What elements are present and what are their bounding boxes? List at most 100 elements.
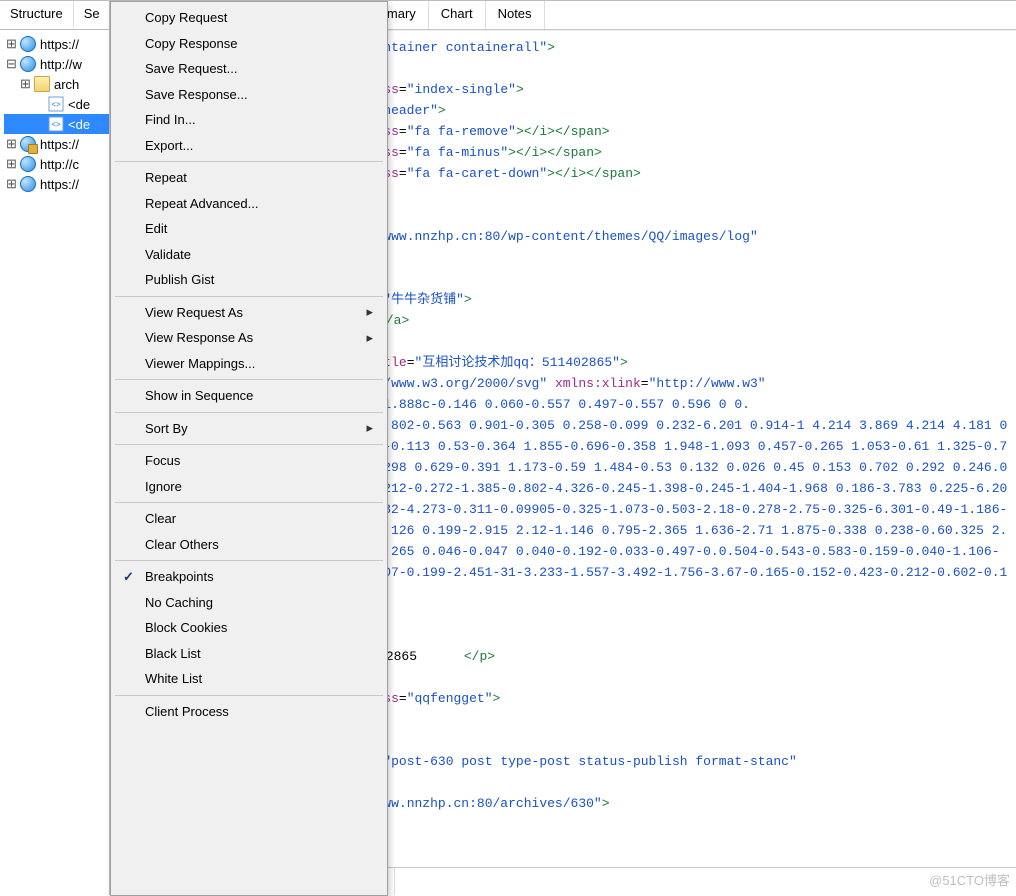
tree-row[interactable]: ⊞ https://: [4, 34, 109, 54]
menu-copy-request[interactable]: Copy Request: [113, 5, 385, 31]
collapse-icon[interactable]: ⊟: [6, 59, 17, 70]
tab-sequence-label: Se: [84, 6, 100, 21]
tree-label: https://: [39, 37, 80, 52]
menu-validate[interactable]: Validate: [113, 242, 385, 268]
menu-clear[interactable]: Clear: [113, 506, 385, 532]
menu-label: Repeat Advanced...: [145, 196, 258, 211]
menu-label: Save Request...: [145, 61, 238, 76]
menu-label: Show in Sequence: [145, 388, 253, 403]
menu-block-cookies[interactable]: Block Cookies: [113, 615, 385, 641]
globe-icon: [20, 56, 36, 72]
menu-client-process[interactable]: Client Process: [113, 699, 385, 725]
tree-label: arch: [53, 77, 80, 92]
folder-icon: [34, 76, 50, 92]
expand-icon[interactable]: ⊞: [20, 79, 31, 90]
expand-icon[interactable]: ⊞: [6, 179, 17, 190]
menu-separator: [115, 444, 383, 445]
tree-label: http://c: [39, 157, 80, 172]
svg-text:<>: <>: [51, 120, 61, 129]
menu-label: No Caching: [145, 595, 213, 610]
tree-row[interactable]: ⊞ arch: [4, 74, 109, 94]
tree-row[interactable]: ⊞ https://: [4, 134, 109, 154]
tree-label: https://: [39, 177, 80, 192]
menu-label: White List: [145, 671, 202, 686]
menu-clear-others[interactable]: Clear Others: [113, 532, 385, 558]
menu-label: Clear Others: [145, 537, 219, 552]
menu-label: Block Cookies: [145, 620, 227, 635]
tab-structure-label: Structure: [10, 6, 63, 21]
tree-label: https://: [39, 137, 80, 152]
menu-label: Find In...: [145, 112, 196, 127]
menu-no-caching[interactable]: No Caching: [113, 590, 385, 616]
menu-repeat[interactable]: Repeat: [113, 165, 385, 191]
menu-view-response-as[interactable]: View Response As ▸: [113, 325, 385, 351]
menu-focus[interactable]: Focus: [113, 448, 385, 474]
menu-save-response[interactable]: Save Response...: [113, 82, 385, 108]
menu-save-request[interactable]: Save Request...: [113, 56, 385, 82]
menu-label: Copy Response: [145, 36, 238, 51]
tree-row[interactable]: ·<><de: [4, 94, 109, 114]
tree-label: http://w: [39, 57, 83, 72]
svg-text:<>: <>: [51, 100, 61, 109]
tree-label: <de: [67, 97, 91, 112]
menu-separator: [115, 161, 383, 162]
menu-label: Ignore: [145, 479, 182, 494]
watermark-text: @51CTO博客: [929, 873, 1010, 888]
expand-icon[interactable]: ⊞: [6, 39, 17, 50]
menu-sort-by[interactable]: Sort By ▸: [113, 416, 385, 442]
watermark: @51CTO博客: [929, 870, 1010, 889]
menu-viewer-mappings[interactable]: Viewer Mappings...: [113, 351, 385, 377]
menu-ignore[interactable]: Ignore: [113, 474, 385, 500]
context-menu: Copy Request Copy Response Save Request.…: [110, 1, 388, 896]
xml-icon: <>: [48, 96, 64, 112]
menu-label: Repeat: [145, 170, 187, 185]
tab-label: Notes: [498, 6, 532, 21]
submenu-arrow-icon: ▸: [366, 330, 373, 346]
structure-tree[interactable]: ⊞https:// ⊟http://w ⊞arch ·<><de ·<><de …: [0, 30, 109, 194]
tab-label: Chart: [441, 6, 473, 21]
menu-view-request-as[interactable]: View Request As▸: [113, 300, 385, 326]
menu-separator: [115, 412, 383, 413]
menu-label: View Response As: [145, 330, 253, 345]
menu-find-in[interactable]: Find In...: [113, 107, 385, 133]
menu-label: View Request As: [145, 305, 243, 320]
menu-label: Breakpoints: [145, 569, 214, 584]
left-tabs: Structure Se: [0, 1, 109, 30]
menu-white-list[interactable]: White List: [113, 666, 385, 692]
menu-label: Edit: [145, 221, 167, 236]
globe-icon: [20, 156, 36, 172]
menu-copy-response[interactable]: Copy Response: [113, 31, 385, 57]
tab-sequence[interactable]: Se: [74, 1, 110, 29]
tree-row[interactable]: ⊟ http://w: [4, 54, 109, 74]
tree-row[interactable]: ⊞ http://c: [4, 154, 109, 174]
menu-label: Client Process: [145, 704, 229, 719]
menu-label: Copy Request: [145, 10, 227, 25]
menu-label: Sort By: [145, 421, 188, 436]
menu-edit[interactable]: Edit: [113, 216, 385, 242]
expand-icon[interactable]: ⊞: [6, 159, 17, 170]
menu-label: Export...: [145, 138, 193, 153]
tree-row-selected[interactable]: ·<><de: [4, 114, 109, 134]
menu-separator: [115, 560, 383, 561]
menu-repeat-advanced[interactable]: Repeat Advanced...: [113, 191, 385, 217]
menu-show-in-sequence[interactable]: Show in Sequence: [113, 383, 385, 409]
tree-row[interactable]: ⊞ https://: [4, 174, 109, 194]
menu-separator: [115, 695, 383, 696]
menu-label: Validate: [145, 247, 191, 262]
expand-icon[interactable]: ⊞: [6, 139, 17, 150]
tab-chart[interactable]: Chart: [429, 1, 486, 29]
menu-breakpoints[interactable]: Breakpoints: [113, 564, 385, 590]
menu-label: Black List: [145, 646, 201, 661]
menu-separator: [115, 502, 383, 503]
tree-label: <de: [67, 117, 91, 132]
menu-export[interactable]: Export...: [113, 133, 385, 159]
xml-icon: <>: [48, 116, 64, 132]
globe-lock-icon: [20, 136, 36, 152]
menu-label: Clear: [145, 511, 176, 526]
tab-notes[interactable]: Notes: [486, 1, 545, 29]
submenu-arrow-icon: ▸: [366, 420, 373, 436]
menu-label: Save Response...: [145, 87, 248, 102]
tab-structure[interactable]: Structure: [0, 1, 74, 29]
menu-publish-gist[interactable]: Publish Gist: [113, 267, 385, 293]
menu-black-list[interactable]: Black List: [113, 641, 385, 667]
